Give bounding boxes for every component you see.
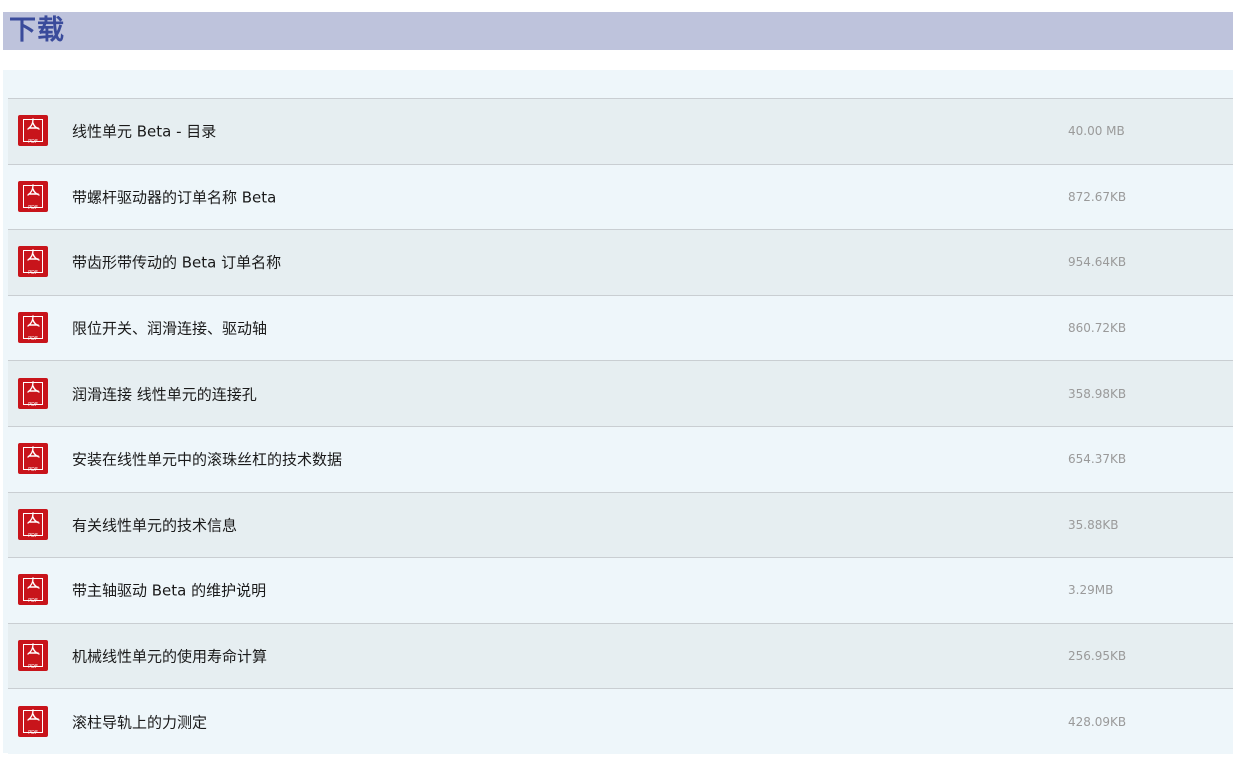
file-size: 3.29MB — [1068, 583, 1114, 598]
page-title: 下载 — [9, 15, 65, 46]
file-size: 872.67KB — [1068, 189, 1127, 204]
downloads-panel: PDF 线性单元 Beta - 目录 40.00 MB PDF 带螺杆驱动器的订单名称 … — [3, 70, 1233, 754]
download-title-link[interactable]: 线性单元 Beta - 目录 — [72, 121, 216, 142]
pdf-icon-label: PDF — [28, 664, 38, 671]
pdf-icon[interactable]: PDF — [18, 246, 48, 278]
pdf-icon-label: PDF — [28, 467, 38, 474]
file-size: 860.72KB — [1068, 321, 1127, 336]
pdf-icon[interactable]: PDF — [18, 180, 48, 212]
file-size: 358.98KB — [1068, 386, 1127, 401]
pdf-icon-label: PDF — [28, 204, 38, 211]
download-row[interactable]: PDF 安装在线性单元中的滚珠丝杠的技术数据 654.37KB — [8, 425, 1233, 492]
pdf-icon-label: PDF — [28, 598, 38, 605]
pdf-icon-label: PDF — [28, 729, 38, 736]
header-bar: 下载 — [3, 12, 1233, 50]
download-list: PDF 线性单元 Beta - 目录 40.00 MB PDF 带螺杆驱动器的订单名称 … — [8, 98, 1233, 754]
download-row[interactable]: PDF 滚柱导轨上的力测定 428.09KB — [8, 688, 1233, 754]
download-row[interactable]: PDF 润滑连接 线性单元的连接孔 358.98KB — [8, 360, 1233, 426]
download-row[interactable]: PDF 有关线性单元的技术信息 35.88KB — [8, 491, 1233, 558]
pdf-icon[interactable]: PDF — [18, 115, 48, 147]
pdf-icon[interactable]: PDF — [18, 705, 48, 737]
file-size: 35.88KB — [1068, 517, 1119, 532]
download-title-link[interactable]: 限位开关、润滑连接、驱动轴 — [72, 318, 267, 339]
pdf-icon-label: PDF — [28, 532, 38, 539]
file-size: 654.37KB — [1068, 452, 1127, 467]
pdf-icon-label: PDF — [28, 336, 38, 343]
download-title-link[interactable]: 带主轴驱动 Beta 的维护说明 — [72, 580, 266, 601]
file-size: 256.95KB — [1068, 649, 1127, 664]
pdf-icon[interactable]: PDF — [18, 640, 48, 672]
pdf-icon-label: PDF — [28, 401, 38, 408]
pdf-icon[interactable]: PDF — [18, 574, 48, 606]
download-title-link[interactable]: 安装在线性单元中的滚珠丝杠的技术数据 — [72, 449, 342, 470]
download-title-link[interactable]: 滚柱导轨上的力测定 — [72, 711, 207, 732]
download-title-link[interactable]: 润滑连接 线性单元的连接孔 — [72, 383, 257, 404]
pdf-icon-label: PDF — [28, 139, 38, 146]
download-title-link[interactable]: 带齿形带传动的 Beta 订单名称 — [72, 252, 281, 273]
pdf-icon[interactable]: PDF — [18, 377, 48, 409]
pdf-icon[interactable]: PDF — [18, 508, 48, 540]
file-size: 428.09KB — [1068, 714, 1127, 729]
download-title-link[interactable]: 带螺杆驱动器的订单名称 Beta — [72, 186, 276, 207]
download-title-link[interactable]: 机械线性单元的使用寿命计算 — [72, 646, 267, 667]
download-row[interactable]: PDF 带齿形带传动的 Beta 订单名称 954.64KB — [8, 229, 1233, 295]
file-size: 954.64KB — [1068, 255, 1127, 270]
pdf-icon-label: PDF — [28, 270, 38, 277]
download-row[interactable]: PDF 带螺杆驱动器的订单名称 Beta 872.67KB — [8, 163, 1233, 230]
download-row[interactable]: PDF 线性单元 Beta - 目录 40.00 MB — [8, 98, 1233, 164]
pdf-icon[interactable]: PDF — [18, 443, 48, 475]
file-size: 40.00 MB — [1068, 124, 1125, 139]
download-row[interactable]: PDF 机械线性单元的使用寿命计算 256.95KB — [8, 622, 1233, 689]
download-row[interactable]: PDF 限位开关、润滑连接、驱动轴 860.72KB — [8, 294, 1233, 361]
download-title-link[interactable]: 有关线性单元的技术信息 — [72, 514, 237, 535]
pdf-icon[interactable]: PDF — [18, 312, 48, 344]
download-row[interactable]: PDF 带主轴驱动 Beta 的维护说明 3.29MB — [8, 557, 1233, 623]
